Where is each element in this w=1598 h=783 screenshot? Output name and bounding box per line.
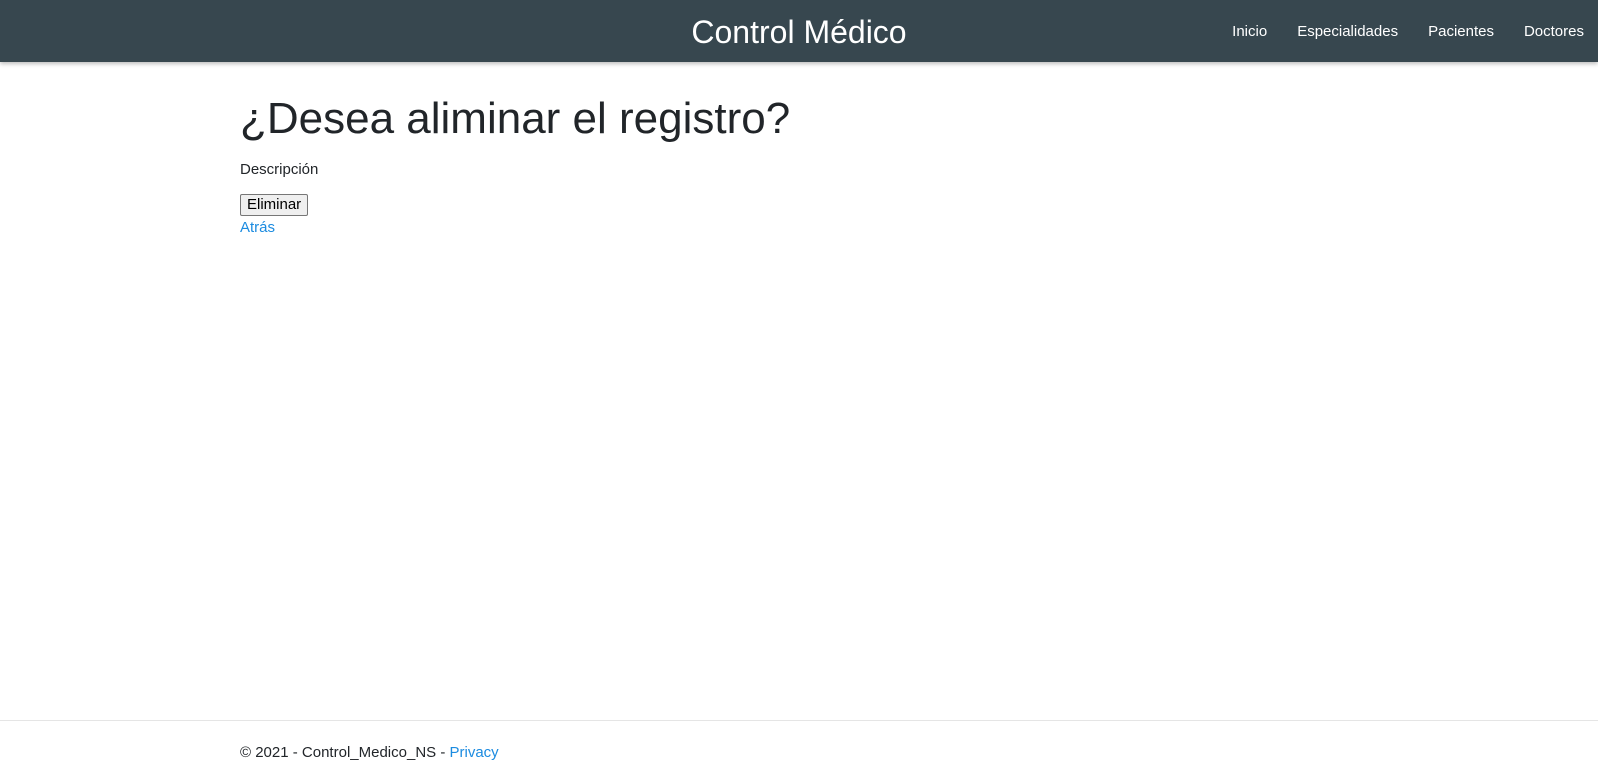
nav-item-inicio[interactable]: Inicio — [1217, 23, 1282, 40]
nav-item-especialidades[interactable]: Especialidades — [1282, 23, 1413, 40]
privacy-link[interactable]: Privacy — [449, 744, 498, 761]
nav-item-pacientes[interactable]: Pacientes — [1413, 23, 1509, 40]
page-footer: © 2021 - Control_Medico_NS - Privacy — [0, 720, 1598, 783]
nav-item-doctores[interactable]: Doctores — [1509, 23, 1584, 40]
brand-link[interactable]: Control Médico — [691, 14, 906, 50]
copyright-text: © 2021 - Control_Medico_NS - — [240, 744, 450, 761]
description-label: Descripción — [240, 161, 319, 178]
back-link[interactable]: Atrás — [240, 218, 1340, 238]
page-title: ¿Desea aliminar el registro? — [240, 94, 791, 143]
footer-text-container: © 2021 - Control_Medico_NS - Privacy — [240, 743, 499, 763]
delete-button[interactable]: Eliminar — [240, 194, 309, 216]
top-navbar: Control Médico Inicio Especialidades Pac… — [0, 0, 1598, 62]
main-nav: Inicio Especialidades Pacientes Doctores — [1217, 0, 1584, 62]
main-content: ¿Desea aliminar el registro? Descripción… — [240, 92, 1340, 238]
